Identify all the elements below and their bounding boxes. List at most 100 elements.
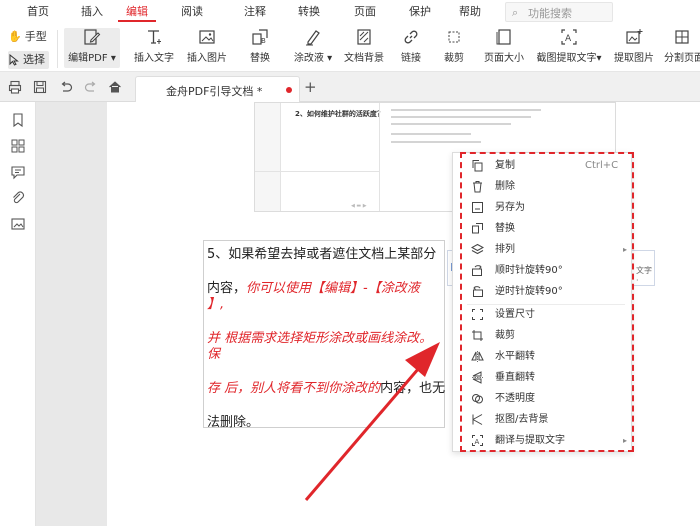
tab-annotate[interactable]: 注释 (239, 0, 271, 24)
rotate-ccw-icon (473, 286, 483, 297)
hand-icon: ✋ (8, 30, 22, 43)
split-page-button[interactable]: 分割页面 (664, 28, 700, 64)
cutout-icon (472, 414, 483, 425)
add-tab-button[interactable]: + (304, 78, 317, 96)
flip-horizontal-icon (471, 351, 484, 362)
insert-text-icon (148, 30, 161, 44)
layers-icon (471, 243, 484, 255)
left-sidebar (0, 102, 36, 526)
tab-page[interactable]: 页面 (349, 0, 381, 24)
text-line-1: 5、如果希望去掉或者遮住文档上某部分 (207, 247, 437, 262)
text-line-3: 】, (207, 297, 225, 312)
menu-item-replace[interactable]: 替换 (453, 218, 633, 240)
tab-home[interactable]: 首页 (22, 0, 54, 24)
crop-icon (448, 31, 460, 43)
feature-search-box[interactable]: ⌕ 功能搜索 (505, 2, 613, 22)
image-gutter (255, 103, 281, 211)
screenshot-ocr-button[interactable]: A 截图提取文字▾ (534, 28, 604, 64)
trash-icon (473, 181, 482, 193)
image-split-line (379, 103, 380, 211)
doc-background-button[interactable]: 文档背景 (342, 28, 386, 64)
menu-item-arrange[interactable]: 排列 ▸ (453, 239, 633, 261)
submenu-arrow-icon: ▸ (623, 436, 628, 445)
menu-item-crop[interactable]: 裁剪 (453, 325, 633, 347)
document-tab[interactable]: 金舟PDF引导文档 * (135, 76, 300, 102)
undo-icon[interactable] (59, 80, 73, 94)
selected-text-image[interactable]: 5、如果希望去掉或者遮住文档上某部分 内容，你可以使用【编辑】-【涂改液 】, … (203, 240, 446, 430)
menu-item-rotate-ccw[interactable]: 逆时针旋转90° (453, 281, 633, 303)
page-size-button[interactable]: 页面大小 (482, 28, 526, 64)
extract-image-button[interactable]: 提取图片 (612, 28, 656, 64)
background-icon (357, 29, 371, 45)
submenu-arrow-icon: ▸ (623, 245, 628, 254)
insert-image-button[interactable]: 插入图片 (185, 28, 229, 64)
active-tab-underline (118, 20, 156, 22)
home-icon[interactable] (108, 80, 122, 94)
hand-tool-button[interactable]: ✋ 手型 (8, 28, 47, 46)
image-scrollbar: ◀ ▬ ▶ (351, 203, 367, 209)
edit-pdf-icon (84, 29, 101, 45)
resize-icon (472, 309, 483, 320)
menu-item-opacity[interactable]: 不透明度 (453, 388, 633, 410)
attachment-icon[interactable] (10, 190, 26, 206)
image-rule (255, 171, 379, 172)
bookmark-icon[interactable] (10, 112, 26, 128)
save-as-icon (472, 202, 483, 213)
select-tool-button[interactable]: 选择 (8, 51, 49, 69)
opacity-icon (472, 394, 483, 404)
correction-fluid-button[interactable]: 涂改液 ▾ (291, 28, 335, 64)
tab-insert[interactable]: 插入 (76, 0, 108, 24)
menu-item-delete[interactable]: 删除 (453, 176, 633, 198)
crop-icon (472, 330, 483, 341)
menu-item-flip-horizontal[interactable]: 水平翻转 (453, 346, 633, 368)
copy-icon (472, 160, 483, 172)
edit-pdf-button[interactable]: 编辑PDF ▾ (64, 28, 120, 68)
rotate-cw-icon (472, 265, 482, 276)
print-icon[interactable] (8, 80, 22, 94)
insert-text-button[interactable]: 插入文字 (132, 28, 176, 64)
comment-icon[interactable] (10, 164, 26, 180)
text-line-2: 内容，你可以使用【编辑】-【涂改液 (207, 281, 420, 296)
replace-icon (472, 223, 483, 234)
split-page-icon (675, 30, 689, 44)
correction-pen-icon (306, 30, 320, 46)
menu-item-copy[interactable]: 复制 Ctrl+C (453, 155, 633, 177)
replace-icon: B (252, 29, 268, 45)
menu-item-rotate-cw[interactable]: 顺时针旋转90° (453, 260, 633, 282)
embedded-text-lines (391, 109, 541, 148)
tab-convert[interactable]: 转换 (293, 0, 325, 24)
toolbar: ✋ 手型 选择 编辑PDF ▾ 插入文字 插入图片 B 替换 涂改液 ▾ 文档背… (0, 24, 700, 72)
menu-item-set-size[interactable]: 设置尺寸 (453, 304, 633, 326)
text-line-4: 并 根据需求选择矩形涂改或画线涂改。 (207, 331, 433, 346)
link-button[interactable]: 链接 (398, 28, 424, 64)
thumbnails-icon[interactable] (10, 138, 26, 154)
svg-text:A: A (475, 438, 480, 446)
save-icon[interactable] (33, 80, 47, 94)
text-line-6: 存 后，别人将看不到你涂改的内容，也无 (207, 381, 446, 396)
svg-text:B: B (261, 37, 266, 45)
tab-help[interactable]: 帮助 (454, 0, 486, 24)
crop-page-button[interactable]: 裁剪 (441, 28, 467, 64)
insert-image-icon (199, 30, 215, 44)
image-context-menu: 复制 Ctrl+C 删除 另存为 替换 排列 ▸ 顺时针旋转90° 逆时针旋转9… (452, 152, 632, 452)
menu-item-flip-vertical[interactable]: 垂直翻转 (453, 367, 633, 389)
menu-bar: 首页 插入 编辑 阅读 注释 转换 页面 保护 帮助 ⌕ 功能搜索 (0, 0, 700, 24)
toolbar-divider (57, 30, 58, 68)
svg-text:A: A (565, 34, 572, 44)
text-line-7: 法删除。 (207, 415, 260, 430)
flip-vertical-icon (472, 371, 483, 384)
link-icon (404, 30, 418, 44)
screenshot-ocr-icon: A (561, 29, 577, 45)
menu-item-save-as[interactable]: 另存为 (453, 197, 633, 219)
menu-item-translate-extract[interactable]: A 翻译与提取文字 ▸ (453, 430, 633, 452)
page-size-icon (496, 29, 511, 45)
tab-protect[interactable]: 保护 (404, 0, 436, 24)
redo-icon[interactable] (84, 80, 98, 94)
tab-read[interactable]: 阅读 (176, 0, 208, 24)
image-panel-icon[interactable] (10, 216, 26, 232)
unsaved-dot (286, 87, 292, 93)
search-icon: ⌕ (512, 6, 519, 19)
menu-item-remove-background[interactable]: 抠图/去背景 (453, 409, 633, 431)
replace-button[interactable]: B 替换 (245, 28, 275, 64)
embedded-question-title: 2、如何维护社群的活跃度？ (295, 110, 384, 118)
